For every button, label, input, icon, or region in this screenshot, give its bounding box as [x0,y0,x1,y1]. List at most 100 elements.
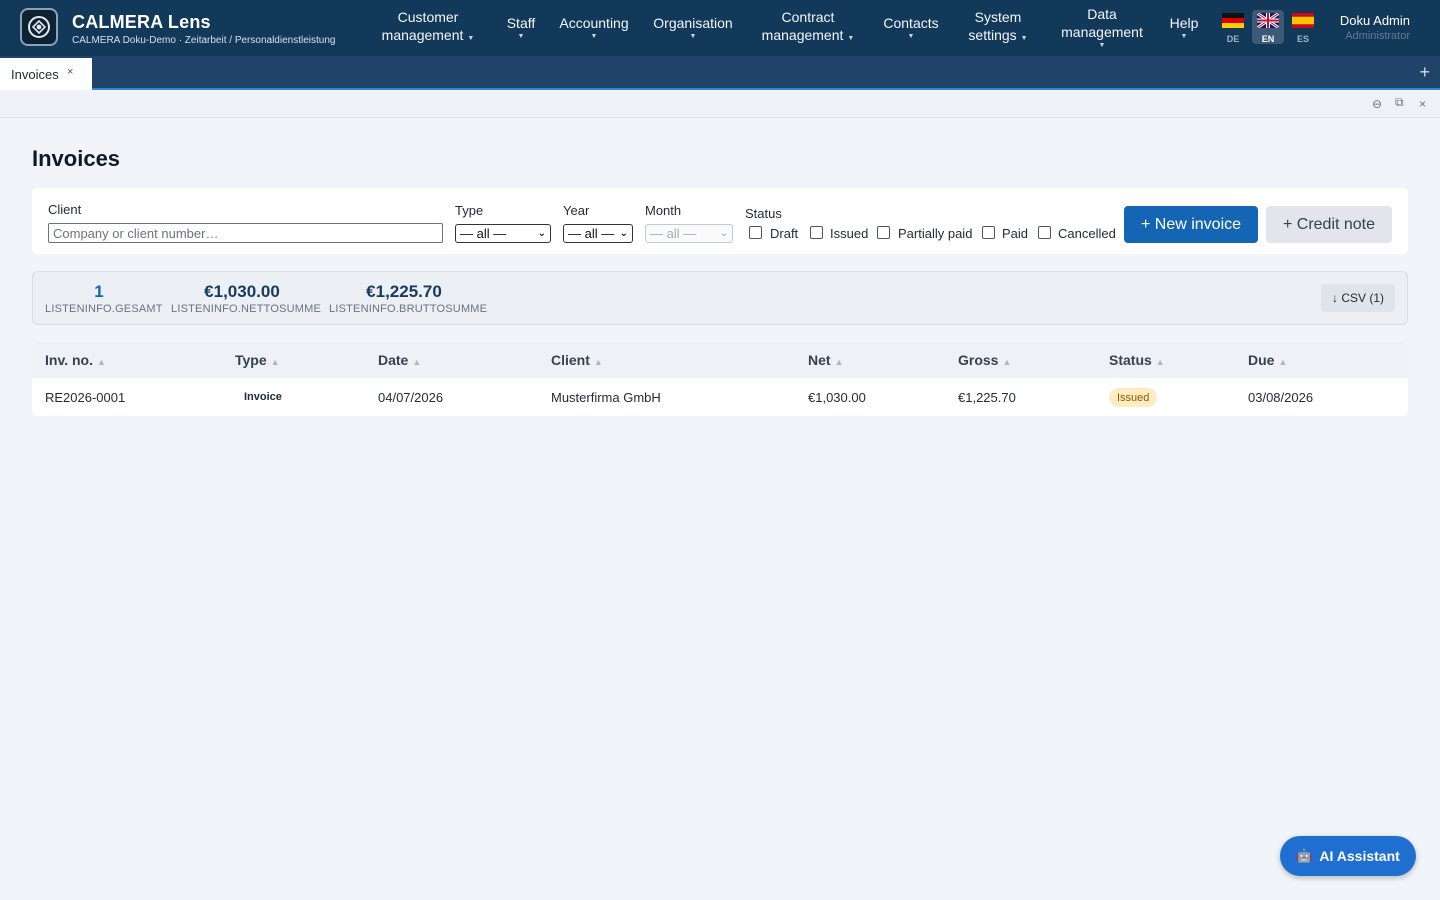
nav-label: management [761,27,844,43]
year-select[interactable]: — all — ⌄ [563,224,633,243]
ai-assistant-button[interactable]: 🤖 AI Assistant [1280,836,1416,876]
nav-label: Contacts [883,15,939,31]
cell-gross: €1,225.70 [958,390,1016,405]
chevron-down-icon: ⌄ [619,228,628,239]
client-search-input[interactable] [48,223,443,243]
chevron-down-icon: ▼ [1180,33,1188,40]
summary-count-label: LISTENINFO.GESAMT [45,303,163,315]
new-invoice-button[interactable]: + New invoice [1124,206,1258,243]
summary-gross: €1,225.70 LISTENINFO.BRUTTOSUMME [329,282,488,315]
column-label: Client [551,352,590,368]
german-flag-icon [1222,13,1244,28]
nav-staff[interactable]: Staff ▼ [504,0,538,56]
status-partially-paid-label: Partially paid [898,226,973,241]
language-es[interactable]: ES [1287,10,1319,44]
add-tab-icon[interactable]: + [1419,63,1430,81]
app-subtitle: CALMERA Doku-Demo · Zeitarbeit / Persona… [72,35,336,46]
summary-net-label: LISTENINFO.NETTOSUMME [171,303,322,315]
column-header-client[interactable]: Client ▲ [551,352,603,368]
table-row[interactable]: RE2026-0001 Invoice 04/07/2026 Musterfir… [32,378,1408,416]
status-paid-label: Paid [1002,226,1029,241]
user-name: Doku Admin [1339,13,1410,28]
top-navigation-bar: CALMERA Lens CALMERA Doku-Demo · Zeitarb… [0,0,1440,56]
nav-data-management[interactable]: Data management ▼ [1060,0,1144,56]
language-code: DE [1226,34,1240,44]
month-select-value: — all — [650,226,697,241]
close-icon[interactable]: × [67,66,73,78]
nav-label: Data [1087,6,1117,22]
type-select-value: — all — [460,226,507,241]
chevron-down-icon: ▼ [590,33,598,40]
column-header-inv-no[interactable]: Inv. no. ▲ [45,352,106,368]
status-cancelled-checkbox[interactable] [1038,226,1051,239]
month-label: Month [645,203,682,218]
minimize-icon[interactable]: ⊖ [1372,97,1382,111]
column-header-type[interactable]: Type ▲ [235,352,280,368]
nav-system-settings[interactable]: System settings ▼ [966,0,1030,56]
cell-due: 03/08/2026 [1248,390,1314,405]
status-paid-checkbox[interactable] [982,226,995,239]
status-issued-checkbox[interactable] [810,226,823,239]
nav-contract-management[interactable]: Contract management ▼ [761,0,855,56]
chevron-down-icon: ▼ [517,33,525,40]
brand: CALMERA Lens CALMERA Doku-Demo · Zeitarb… [72,12,335,46]
cell-inv-no: RE2026-0001 [45,390,126,405]
summary-gross-label: LISTENINFO.BRUTTOSUMME [329,303,488,315]
nav-label: Accounting [559,15,629,31]
status-badge: Issued [1109,388,1158,407]
column-label: Date [378,352,409,368]
nav-help[interactable]: Help ▼ [1166,0,1202,56]
column-header-status[interactable]: Status ▲ [1109,352,1165,368]
status-issued-label: Issued [830,226,869,241]
summary-gross-value: €1,225.70 [366,282,442,301]
tab-invoices[interactable]: Invoices × [0,58,92,90]
uk-flag-icon [1256,11,1280,30]
nav-label: management [1061,24,1143,40]
client-label: Client [48,202,82,217]
type-select[interactable]: — all — ⌄ [455,224,551,243]
column-header-net[interactable]: Net ▲ [808,352,843,368]
close-window-icon[interactable]: × [1419,97,1426,111]
status-partially-paid-checkbox[interactable] [877,226,890,239]
sort-icon: ▲ [834,357,844,367]
spanish-flag-icon [1292,13,1314,28]
sort-icon: ▲ [270,357,280,367]
sort-icon: ▲ [593,357,603,367]
type-label: Type [455,203,484,218]
nav-customer-management[interactable]: Customer management ▼ [382,0,475,56]
calmera-logo-icon[interactable] [20,8,58,46]
chevron-down-icon: ▼ [847,35,855,42]
summary-net-value: €1,030.00 [204,282,280,301]
nav-accounting[interactable]: Accounting ▼ [558,0,630,56]
chevron-down-icon: ▼ [467,35,475,42]
user-menu[interactable]: Doku Admin Administrator [1340,13,1410,42]
sort-icon: ▲ [1278,357,1288,367]
csv-export-button[interactable]: ↓ CSV (1) [1321,284,1395,312]
restore-icon[interactable]: ⧉ [1395,95,1404,110]
column-header-gross[interactable]: Gross ▲ [958,352,1011,368]
chevron-down-icon: ▼ [1020,35,1028,42]
language-de[interactable]: DE [1217,10,1249,44]
user-role: Administrator [1345,30,1410,42]
nav-organisation[interactable]: Organisation ▼ [652,0,734,56]
chevron-down-icon: ▼ [1098,42,1106,49]
column-header-date[interactable]: Date ▲ [378,352,421,368]
tab-strip: Invoices × + [0,56,1440,90]
sort-icon: ▲ [412,357,422,367]
status-draft-checkbox[interactable] [749,226,762,239]
sort-icon: ▲ [1002,357,1012,367]
year-select-value: — all — [568,226,615,241]
column-label: Due [1248,352,1275,368]
language-code: ES [1296,34,1309,44]
nav-contacts[interactable]: Contacts ▼ [882,0,940,56]
column-header-due[interactable]: Due ▲ [1248,352,1287,368]
app-name: CALMERA Lens [72,12,211,32]
language-en[interactable]: EN [1252,10,1284,44]
chevron-down-icon: ⌄ [537,228,546,239]
column-label: Status [1109,352,1152,368]
column-label: Net [808,352,831,368]
tab-label: Invoices [11,66,59,82]
cell-date: 04/07/2026 [378,390,444,405]
credit-note-button[interactable]: + Credit note [1266,206,1392,243]
sort-icon: ▲ [1155,357,1165,367]
